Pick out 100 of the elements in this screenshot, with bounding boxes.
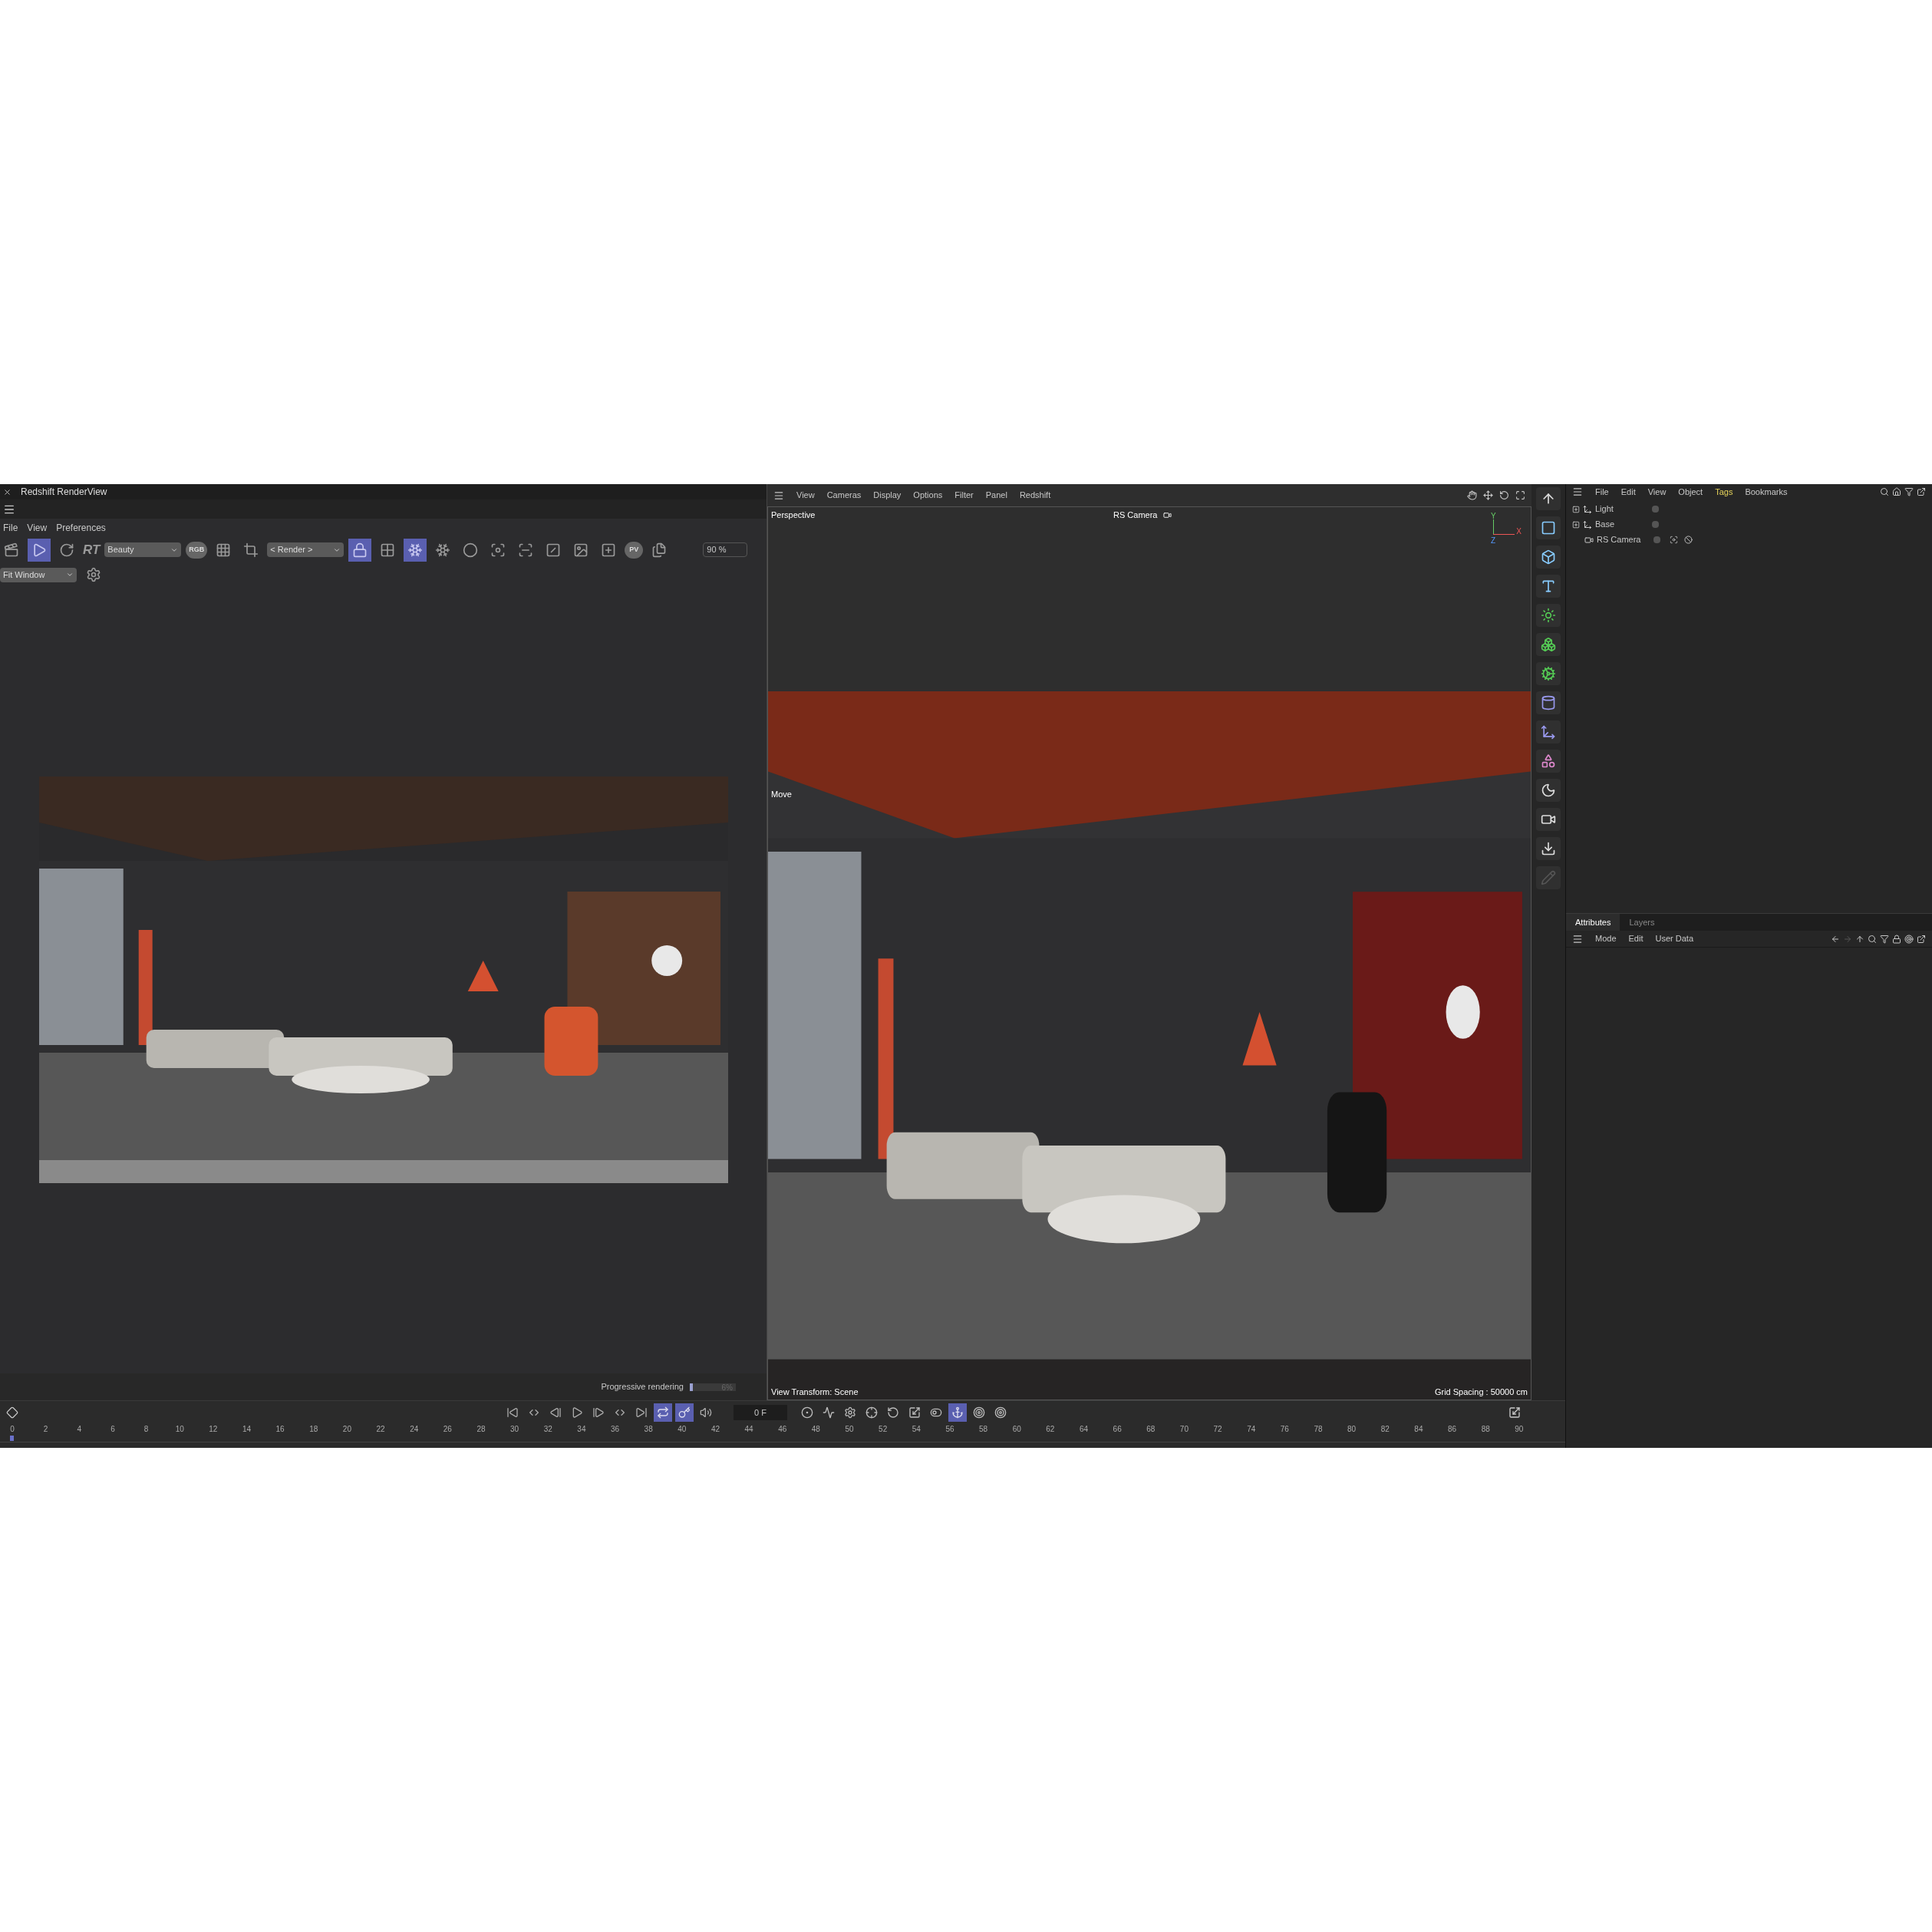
menu-icon[interactable]: [1572, 486, 1583, 497]
frame-number: 36: [610, 1424, 620, 1434]
tag-icon[interactable]: [1670, 536, 1678, 544]
visibility-toggle[interactable]: [1653, 536, 1660, 543]
anchor-icon[interactable]: [948, 1403, 967, 1422]
text-icon[interactable]: [1536, 575, 1561, 598]
view-name: Perspective: [771, 509, 816, 521]
resize-icon[interactable]: [1508, 1406, 1521, 1419]
menu-item[interactable]: File: [3, 520, 18, 535]
menu-item[interactable]: File: [1595, 485, 1609, 499]
frame-number: 62: [1046, 1424, 1055, 1434]
menu-item[interactable]: Object: [1678, 485, 1703, 499]
menu-item[interactable]: Preferences: [56, 520, 106, 535]
search-icon[interactable]: [1868, 934, 1877, 944]
menu-item[interactable]: Options: [913, 489, 943, 502]
frame-number: 42: [710, 1424, 720, 1434]
filter-icon[interactable]: [1880, 934, 1889, 944]
panel-tab[interactable]: Attributes: [1566, 914, 1620, 931]
cube-icon[interactable]: [1536, 546, 1561, 569]
hand-icon[interactable]: [1467, 490, 1477, 500]
menu-item[interactable]: Cameras: [826, 489, 862, 502]
frame-number: 6: [110, 1424, 115, 1434]
frame-number: 70: [1179, 1424, 1189, 1434]
menu-item[interactable]: Mode: [1595, 932, 1617, 945]
home-icon[interactable]: [1892, 487, 1901, 496]
frame-number: 74: [1247, 1424, 1256, 1434]
camera-label[interactable]: RS Camera: [1113, 509, 1172, 522]
channel-button[interactable]: PV: [625, 541, 644, 559]
frame-number: 10: [175, 1424, 184, 1434]
chevron-down-icon: [66, 571, 74, 579]
shapes-icon[interactable]: [1536, 750, 1561, 773]
frame-number: 90: [1515, 1424, 1524, 1434]
menu-item[interactable]: User Data: [1655, 932, 1694, 945]
menu-icon[interactable]: [773, 490, 784, 501]
frame-number: 2: [43, 1424, 48, 1434]
grid-spacing-label: Grid Spacing : 50000 cm: [1434, 1386, 1528, 1398]
lock-icon[interactable]: [1892, 934, 1901, 944]
visibility-toggle[interactable]: [1652, 506, 1659, 513]
lock-icon[interactable]: [348, 538, 372, 562]
square-icon[interactable]: [1536, 516, 1561, 539]
camera-icon[interactable]: [1536, 808, 1561, 831]
frame-number: 32: [543, 1424, 552, 1434]
menu-item[interactable]: View: [796, 489, 815, 502]
search-icon[interactable]: [1880, 487, 1889, 496]
frame-field[interactable]: 0 F: [734, 1405, 787, 1420]
frame-number: 34: [577, 1424, 586, 1434]
menu-icon[interactable]: [1572, 933, 1583, 945]
object-name[interactable]: Light: [1595, 503, 1649, 516]
menu-item[interactable]: Panel: [985, 489, 1007, 502]
status-label: Progressive rendering: [601, 1381, 684, 1393]
view-transform-label: View Transform: Scene: [771, 1386, 859, 1398]
back-icon[interactable]: [1831, 934, 1840, 944]
menu-item[interactable]: Display: [873, 489, 902, 502]
menu-item[interactable]: Bookmarks: [1745, 485, 1788, 499]
light-icon[interactable]: [1536, 604, 1561, 627]
fit-dropdown[interactable]: Fit Window: [0, 567, 77, 582]
menu-item[interactable]: Filter: [954, 489, 974, 502]
detach-icon[interactable]: [1917, 487, 1926, 496]
cubes-icon[interactable]: [1536, 633, 1561, 656]
menu-item[interactable]: Edit: [1620, 485, 1636, 499]
frame-number: 68: [1146, 1424, 1156, 1434]
up-icon[interactable]: [1855, 934, 1864, 944]
object-name[interactable]: Base: [1595, 518, 1649, 531]
zoom-field[interactable]: 90 %: [703, 542, 748, 557]
frame-number: 78: [1314, 1424, 1323, 1434]
menu-item[interactable]: Redshift: [1019, 489, 1051, 502]
close-icon[interactable]: [3, 487, 12, 496]
rt-label[interactable]: RT: [83, 539, 101, 560]
play-icon[interactable]: [28, 538, 51, 562]
keyframe-icon[interactable]: [6, 1406, 18, 1419]
settings-icon[interactable]: [86, 567, 101, 582]
loop-icon[interactable]: [654, 1403, 672, 1422]
frame-number: 20: [342, 1424, 351, 1434]
frame-number: 18: [309, 1424, 318, 1434]
frame-number: 28: [476, 1424, 486, 1434]
visibility-toggle[interactable]: [1652, 521, 1659, 528]
maximize-icon[interactable]: [1515, 490, 1525, 500]
frame-number: 38: [644, 1424, 653, 1434]
key-icon[interactable]: [675, 1403, 694, 1422]
filter-icon[interactable]: [1904, 487, 1914, 496]
object-name[interactable]: RS Camera: [1597, 533, 1650, 546]
menu-item[interactable]: View: [27, 520, 48, 535]
frame-number: 46: [778, 1424, 787, 1434]
detach-icon[interactable]: [1917, 934, 1926, 944]
frame-number: 54: [912, 1424, 921, 1434]
channel-button[interactable]: RGB: [186, 541, 208, 559]
target-icon[interactable]: [1904, 934, 1914, 944]
axis-gizmo: Y X Z: [1491, 511, 1522, 546]
menu-item[interactable]: Edit: [1628, 932, 1644, 945]
menu-item[interactable]: View: [1647, 485, 1667, 499]
gear-icon[interactable]: [1536, 662, 1561, 685]
rotate-icon[interactable]: [1499, 490, 1509, 500]
dropdown[interactable]: < Render >: [267, 542, 345, 557]
frame-number: 76: [1280, 1424, 1289, 1434]
frame-number: 24: [410, 1424, 419, 1434]
panel-tab[interactable]: Layers: [1620, 914, 1664, 931]
menu-item[interactable]: Tags: [1715, 485, 1733, 499]
dropdown[interactable]: Beauty: [104, 542, 182, 557]
snowflake-icon[interactable]: [404, 538, 427, 562]
move-icon[interactable]: [1483, 490, 1493, 500]
